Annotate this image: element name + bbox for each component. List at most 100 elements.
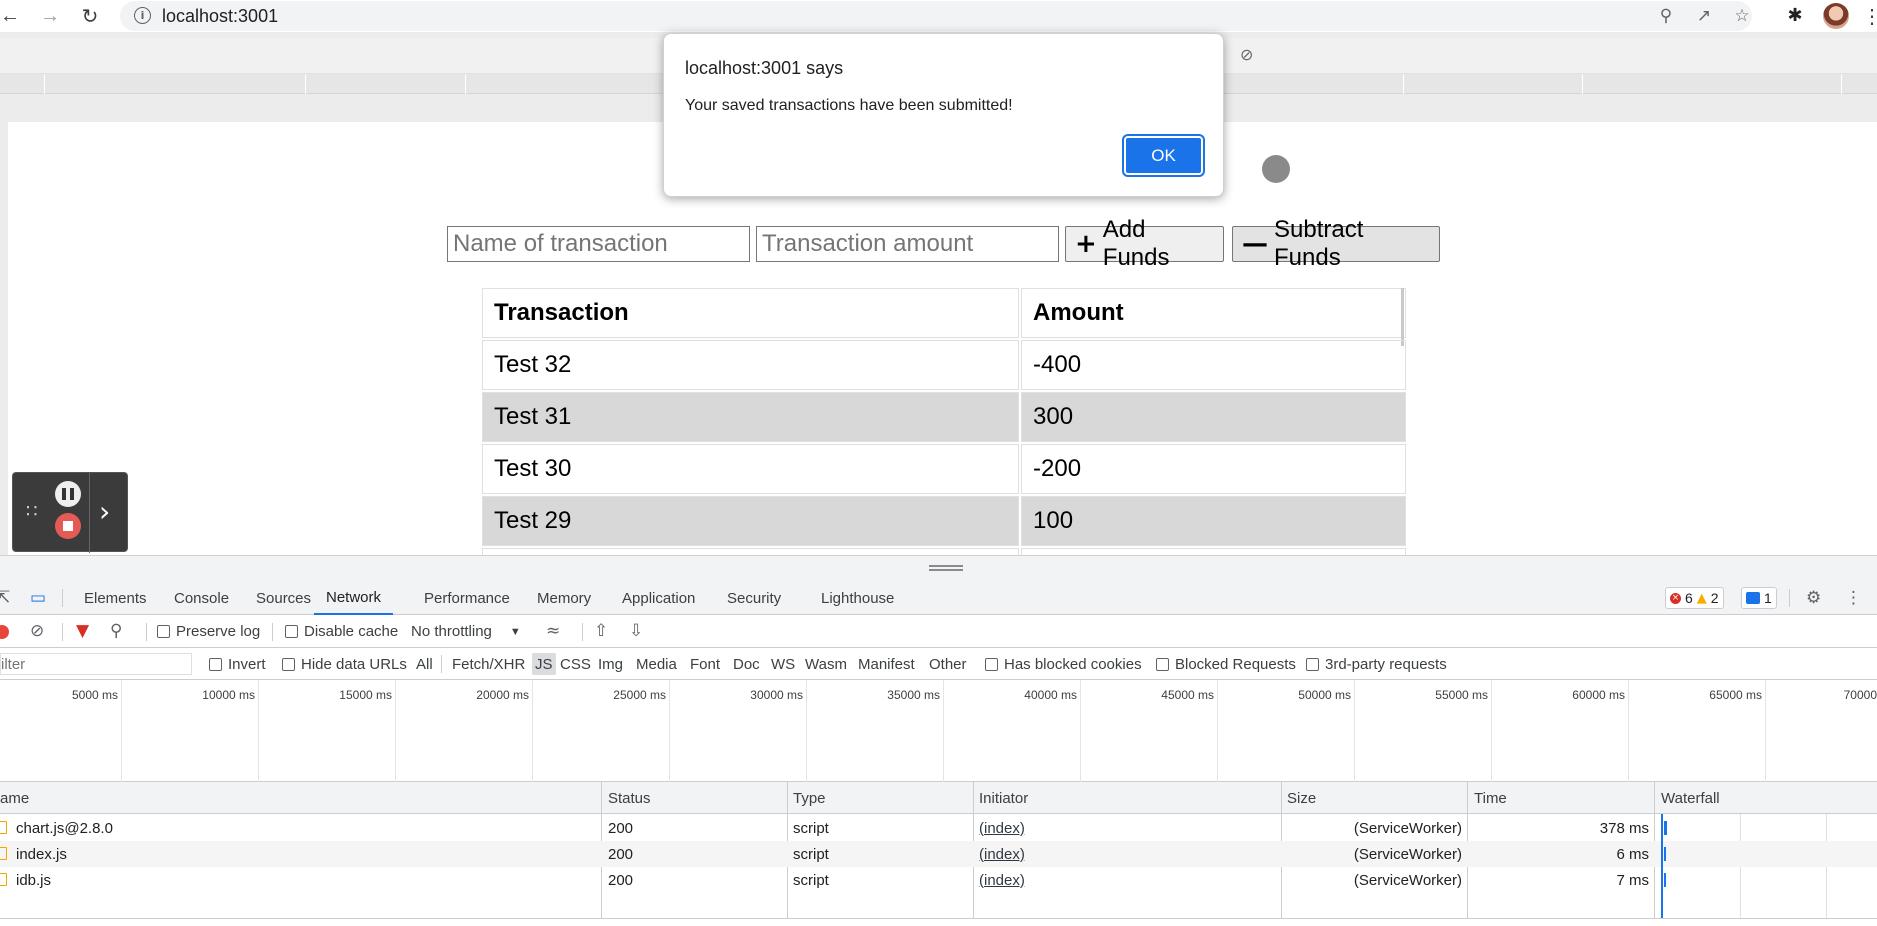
chevron-right-icon[interactable]: › <box>99 495 110 528</box>
tab-application[interactable]: Application <box>622 581 695 615</box>
timeline-tick: 15000 ms <box>339 688 392 702</box>
filter-funnel-icon[interactable]: ▼ <box>76 621 89 641</box>
column-waterfall[interactable]: Waterfall <box>1661 782 1720 814</box>
dropdown-arrow-icon: ▼ <box>509 625 521 638</box>
invert-checkbox[interactable]: Invert <box>209 648 266 680</box>
stop-icon[interactable] <box>55 513 81 539</box>
column-type[interactable]: Type <box>793 782 826 814</box>
filter-type-font[interactable]: Font <box>690 648 720 680</box>
invert-label: Invert <box>228 655 266 673</box>
preserve-log-label: Preserve log <box>176 623 261 640</box>
tab-elements[interactable]: Elements <box>84 581 147 615</box>
request-status: 200 <box>608 845 634 863</box>
device-toolbar-icon[interactable]: ▭ <box>30 588 46 608</box>
screen: ← → ↻ i localhost:3001 ⚲ ↗ ☆ ✱ ⋮ ⊘ + Add… <box>0 0 1877 926</box>
column-status[interactable]: Status <box>608 782 651 814</box>
forward-icon[interactable]: → <box>38 4 62 28</box>
devtools-resizer[interactable] <box>0 555 1877 581</box>
reload-icon[interactable]: ↻ <box>78 4 102 28</box>
filter-type-other[interactable]: Other <box>929 648 967 680</box>
resize-grip-icon[interactable] <box>929 565 963 571</box>
request-initiator[interactable]: (index) <box>979 815 1025 841</box>
tab-network[interactable]: Network <box>314 581 394 615</box>
hide-data-urls-checkbox[interactable]: Hide data URLs <box>282 648 407 680</box>
column-initiator[interactable]: Initiator <box>979 782 1028 814</box>
tab-console[interactable]: Console <box>174 581 229 615</box>
clear-icon[interactable]: ⊘ <box>30 621 44 641</box>
filter-input[interactable] <box>0 653 192 675</box>
transaction-name-input[interactable] <box>447 226 750 262</box>
request-initiator[interactable]: (index) <box>979 841 1025 867</box>
filter-type-doc[interactable]: Doc <box>733 648 760 680</box>
address-bar[interactable]: i localhost:3001 ⚲ ↗ ☆ <box>120 1 1752 31</box>
tab-memory[interactable]: Memory <box>537 581 591 615</box>
filter-type-manifest[interactable]: Manifest <box>858 648 915 680</box>
timeline-tick: 50000 ms <box>1298 688 1351 702</box>
has-blocked-cookies-checkbox[interactable]: Has blocked cookies <box>985 648 1142 680</box>
error-count: 6 <box>1685 590 1693 606</box>
request-row[interactable]: chart.js@2.8.0 200 script (index) (Servi… <box>0 815 1877 841</box>
timeline-gridline <box>1354 680 1355 782</box>
messages-counter[interactable]: 1 <box>1741 587 1777 609</box>
column-time[interactable]: Time <box>1474 782 1507 814</box>
import-har-icon[interactable]: ⇧ <box>594 621 608 641</box>
pause-icon[interactable] <box>55 481 81 507</box>
tab-performance[interactable]: Performance <box>424 581 510 615</box>
table-row: Test 30 -200 <box>482 444 1406 494</box>
share-icon[interactable]: ↗ <box>1693 5 1715 27</box>
add-funds-button[interactable]: + Add Funds <box>1065 216 1224 271</box>
filter-type-wasm[interactable]: Wasm <box>805 648 847 680</box>
transaction-amount: 100 <box>1021 496 1406 546</box>
back-icon[interactable]: ← <box>0 4 22 28</box>
filter-type-css[interactable]: CSS <box>560 648 591 680</box>
request-status: 200 <box>608 819 634 837</box>
table-scrollbar[interactable] <box>1401 288 1404 346</box>
filter-type-all[interactable]: All <box>416 648 433 680</box>
filter-type-img[interactable]: Img <box>598 648 623 680</box>
issues-counter[interactable]: × 6 ▲ 2 <box>1665 587 1724 609</box>
rotate-icon[interactable]: ⊘ <box>1240 45 1253 64</box>
filter-type-js[interactable]: JS <box>532 653 556 675</box>
request-row[interactable]: idb.js 200 script (index) (ServiceWorker… <box>0 867 1877 893</box>
filter-type-fetch-xhr[interactable]: Fetch/XHR <box>452 648 525 680</box>
has-blocked-cookies-label: Has blocked cookies <box>1004 655 1142 673</box>
more-options-icon[interactable]: ⋮ <box>1845 588 1862 608</box>
zoom-icon[interactable]: ⚲ <box>1655 5 1677 27</box>
network-overview-timeline[interactable]: 5000 ms 10000 ms 15000 ms 20000 ms 25000… <box>0 680 1877 782</box>
blocked-requests-checkbox[interactable]: Blocked Requests <box>1156 648 1296 680</box>
disable-cache-checkbox[interactable]: Disable cache <box>285 615 398 648</box>
timeline-tick: 35000 ms <box>887 688 940 702</box>
request-initiator[interactable]: (index) <box>979 867 1025 893</box>
site-info-icon[interactable]: i <box>134 7 151 24</box>
toolbar-divider <box>272 623 273 641</box>
network-conditions-icon[interactable]: ≈ <box>546 621 560 641</box>
preserve-log-checkbox[interactable]: Preserve log <box>157 615 260 648</box>
subtract-funds-button[interactable]: — Subtract Funds <box>1232 216 1440 271</box>
tab-lighthouse[interactable]: Lighthouse <box>821 581 894 615</box>
inspect-element-icon[interactable]: ⇱ <box>0 588 10 608</box>
request-row[interactable]: index.js 200 script (index) (ServiceWork… <box>0 841 1877 867</box>
column-size[interactable]: Size <box>1287 782 1316 814</box>
plus-icon: + <box>1075 229 1097 259</box>
third-party-requests-checkbox[interactable]: 3rd-party requests <box>1306 648 1447 680</box>
profile-avatar[interactable] <box>1823 3 1849 29</box>
dialog-ok-button[interactable]: OK <box>1124 136 1203 175</box>
timeline-tick: 45000 ms <box>1161 688 1214 702</box>
tab-security[interactable]: Security <box>727 581 781 615</box>
export-har-icon[interactable]: ⇩ <box>629 621 643 641</box>
record-icon[interactable] <box>0 625 9 639</box>
transaction-amount-input[interactable] <box>756 226 1059 262</box>
bookmark-star-icon[interactable]: ☆ <box>1731 5 1753 27</box>
timeline-tick: 25000 ms <box>613 688 666 702</box>
settings-gear-icon[interactable]: ⚙ <box>1806 588 1821 608</box>
extensions-puzzle-icon[interactable]: ✱ <box>1784 4 1806 26</box>
column-name[interactable]: ame <box>0 782 29 814</box>
drag-handle-icon[interactable]: ∷ <box>26 501 37 522</box>
search-icon[interactable]: ⚲ <box>110 621 122 641</box>
tab-sources[interactable]: Sources <box>256 581 311 615</box>
browser-menu-icon[interactable]: ⋮ <box>1862 4 1877 29</box>
throttling-select[interactable]: No throttling ▼ <box>411 615 521 648</box>
filter-type-media[interactable]: Media <box>636 648 677 680</box>
checkbox-icon <box>1306 657 1319 671</box>
filter-type-ws[interactable]: WS <box>771 648 795 680</box>
